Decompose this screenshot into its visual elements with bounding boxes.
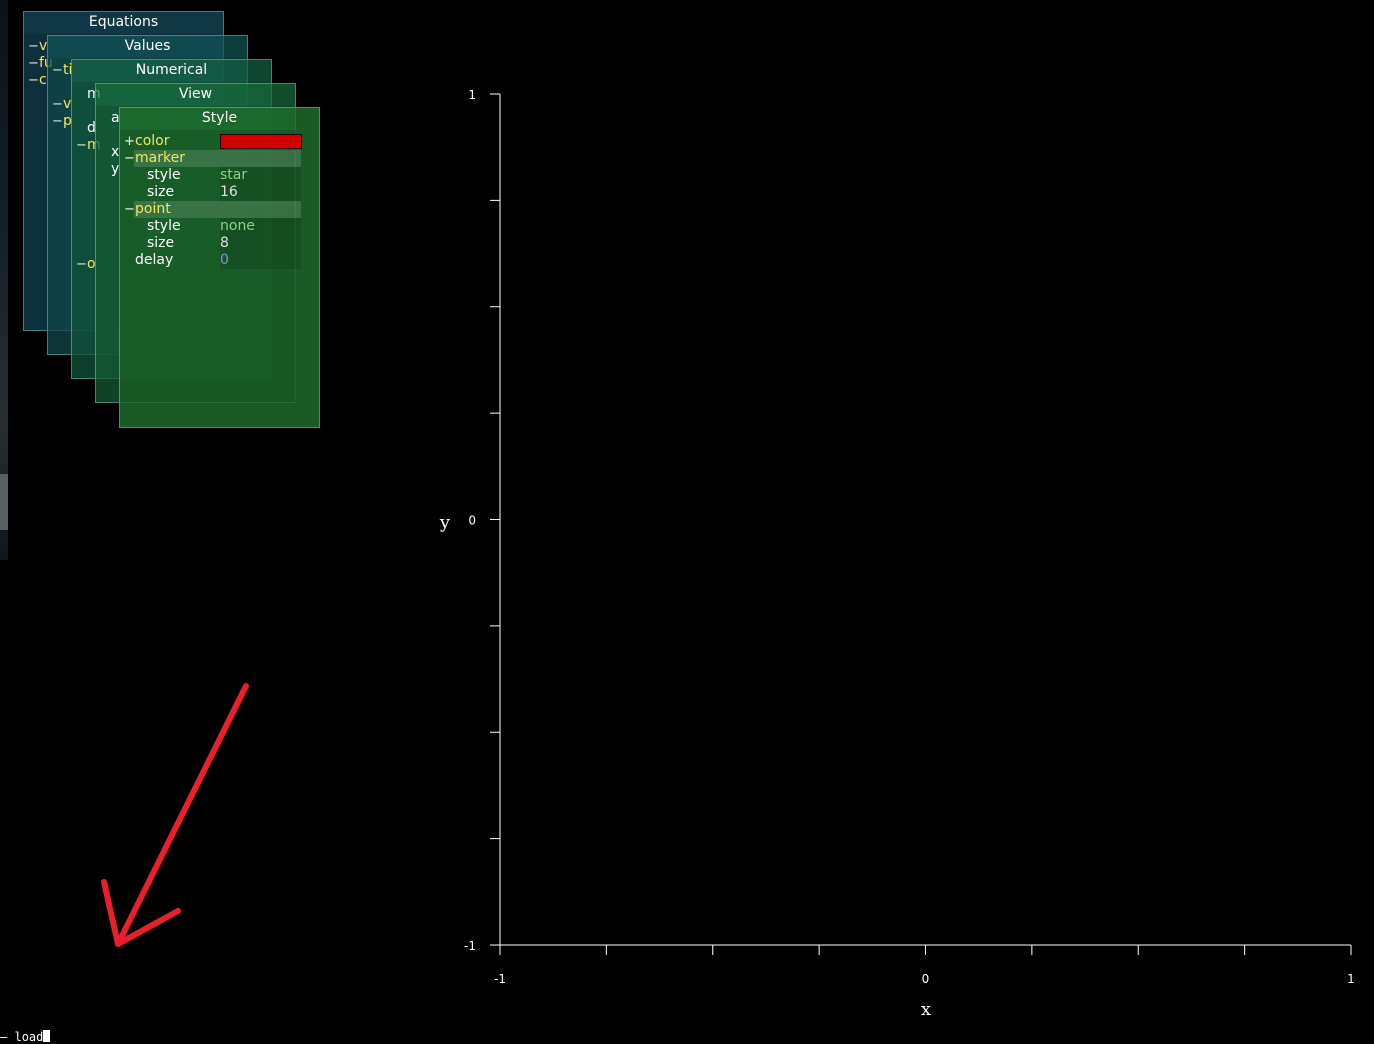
expand-toggle[interactable]: − [76,137,87,154]
expand-toggle[interactable]: − [52,96,63,113]
equations-item-label[interactable]: c [39,72,47,89]
color-label: color [135,133,170,149]
expand-toggle[interactable]: − [28,55,39,72]
expand-toggle[interactable]: − [52,113,63,130]
command-input[interactable]: load [14,1030,43,1044]
style-row-color[interactable]: + color [120,133,319,150]
marker-label: marker [135,150,185,166]
y-tick-label: 0 [468,514,476,528]
point-style-value[interactable]: none [220,218,255,235]
marker-style-row[interactable]: style star [120,167,319,184]
point-size-label: size [147,235,175,251]
style-row-point[interactable]: − point [120,201,319,218]
marker-size-row[interactable]: size 16 [120,184,319,201]
numerical-panel-title[interactable]: Numerical [72,60,271,80]
expand-toggle[interactable]: + [124,133,135,150]
y-tick-label: -1 [464,939,476,953]
point-style-row[interactable]: style none [120,218,319,235]
point-size-row[interactable]: size 8 [120,235,319,252]
point-label: point [135,201,171,217]
command-line[interactable]: – load [0,1030,51,1044]
collapse-toggle[interactable]: − [124,201,135,218]
expand-toggle[interactable]: − [52,62,63,79]
expand-toggle[interactable]: − [28,72,39,89]
expand-toggle[interactable]: − [76,256,87,273]
marker-size-label: size [147,184,175,200]
x-axis-label: x [921,999,931,1020]
style-panel-title[interactable]: Style [120,108,319,128]
style-panel[interactable]: Style + color − marker style star size 1… [119,107,320,428]
marker-size-value[interactable]: 16 [220,184,238,201]
point-style-label: style [147,218,181,234]
equations-panel-title[interactable]: Equations [24,12,223,32]
collapse-toggle[interactable]: − [124,150,135,167]
command-prompt: – [0,1030,8,1044]
annotation-arrow [101,683,249,947]
x-tick-label: 0 [922,972,930,986]
view-panel-title[interactable]: View [96,84,295,104]
text-cursor [43,1030,51,1042]
marker-style-label: style [147,167,181,183]
x-tick-label: 1 [1347,972,1355,986]
background-window-edge [0,0,8,560]
style-row-marker[interactable]: − marker [120,150,319,167]
marker-style-value[interactable]: star [220,167,247,184]
y-axis-label: y [439,512,451,533]
delay-value[interactable]: 0 [220,252,229,269]
y-tick-label: 1 [468,88,476,102]
delay-row[interactable]: delay 0 [120,252,319,269]
values-panel-title[interactable]: Values [48,36,247,56]
delay-label: delay [135,252,174,268]
point-size-value[interactable]: 8 [220,235,229,252]
color-swatch[interactable] [220,134,302,149]
x-tick-label: -1 [494,972,506,986]
expand-toggle[interactable]: − [28,38,39,55]
